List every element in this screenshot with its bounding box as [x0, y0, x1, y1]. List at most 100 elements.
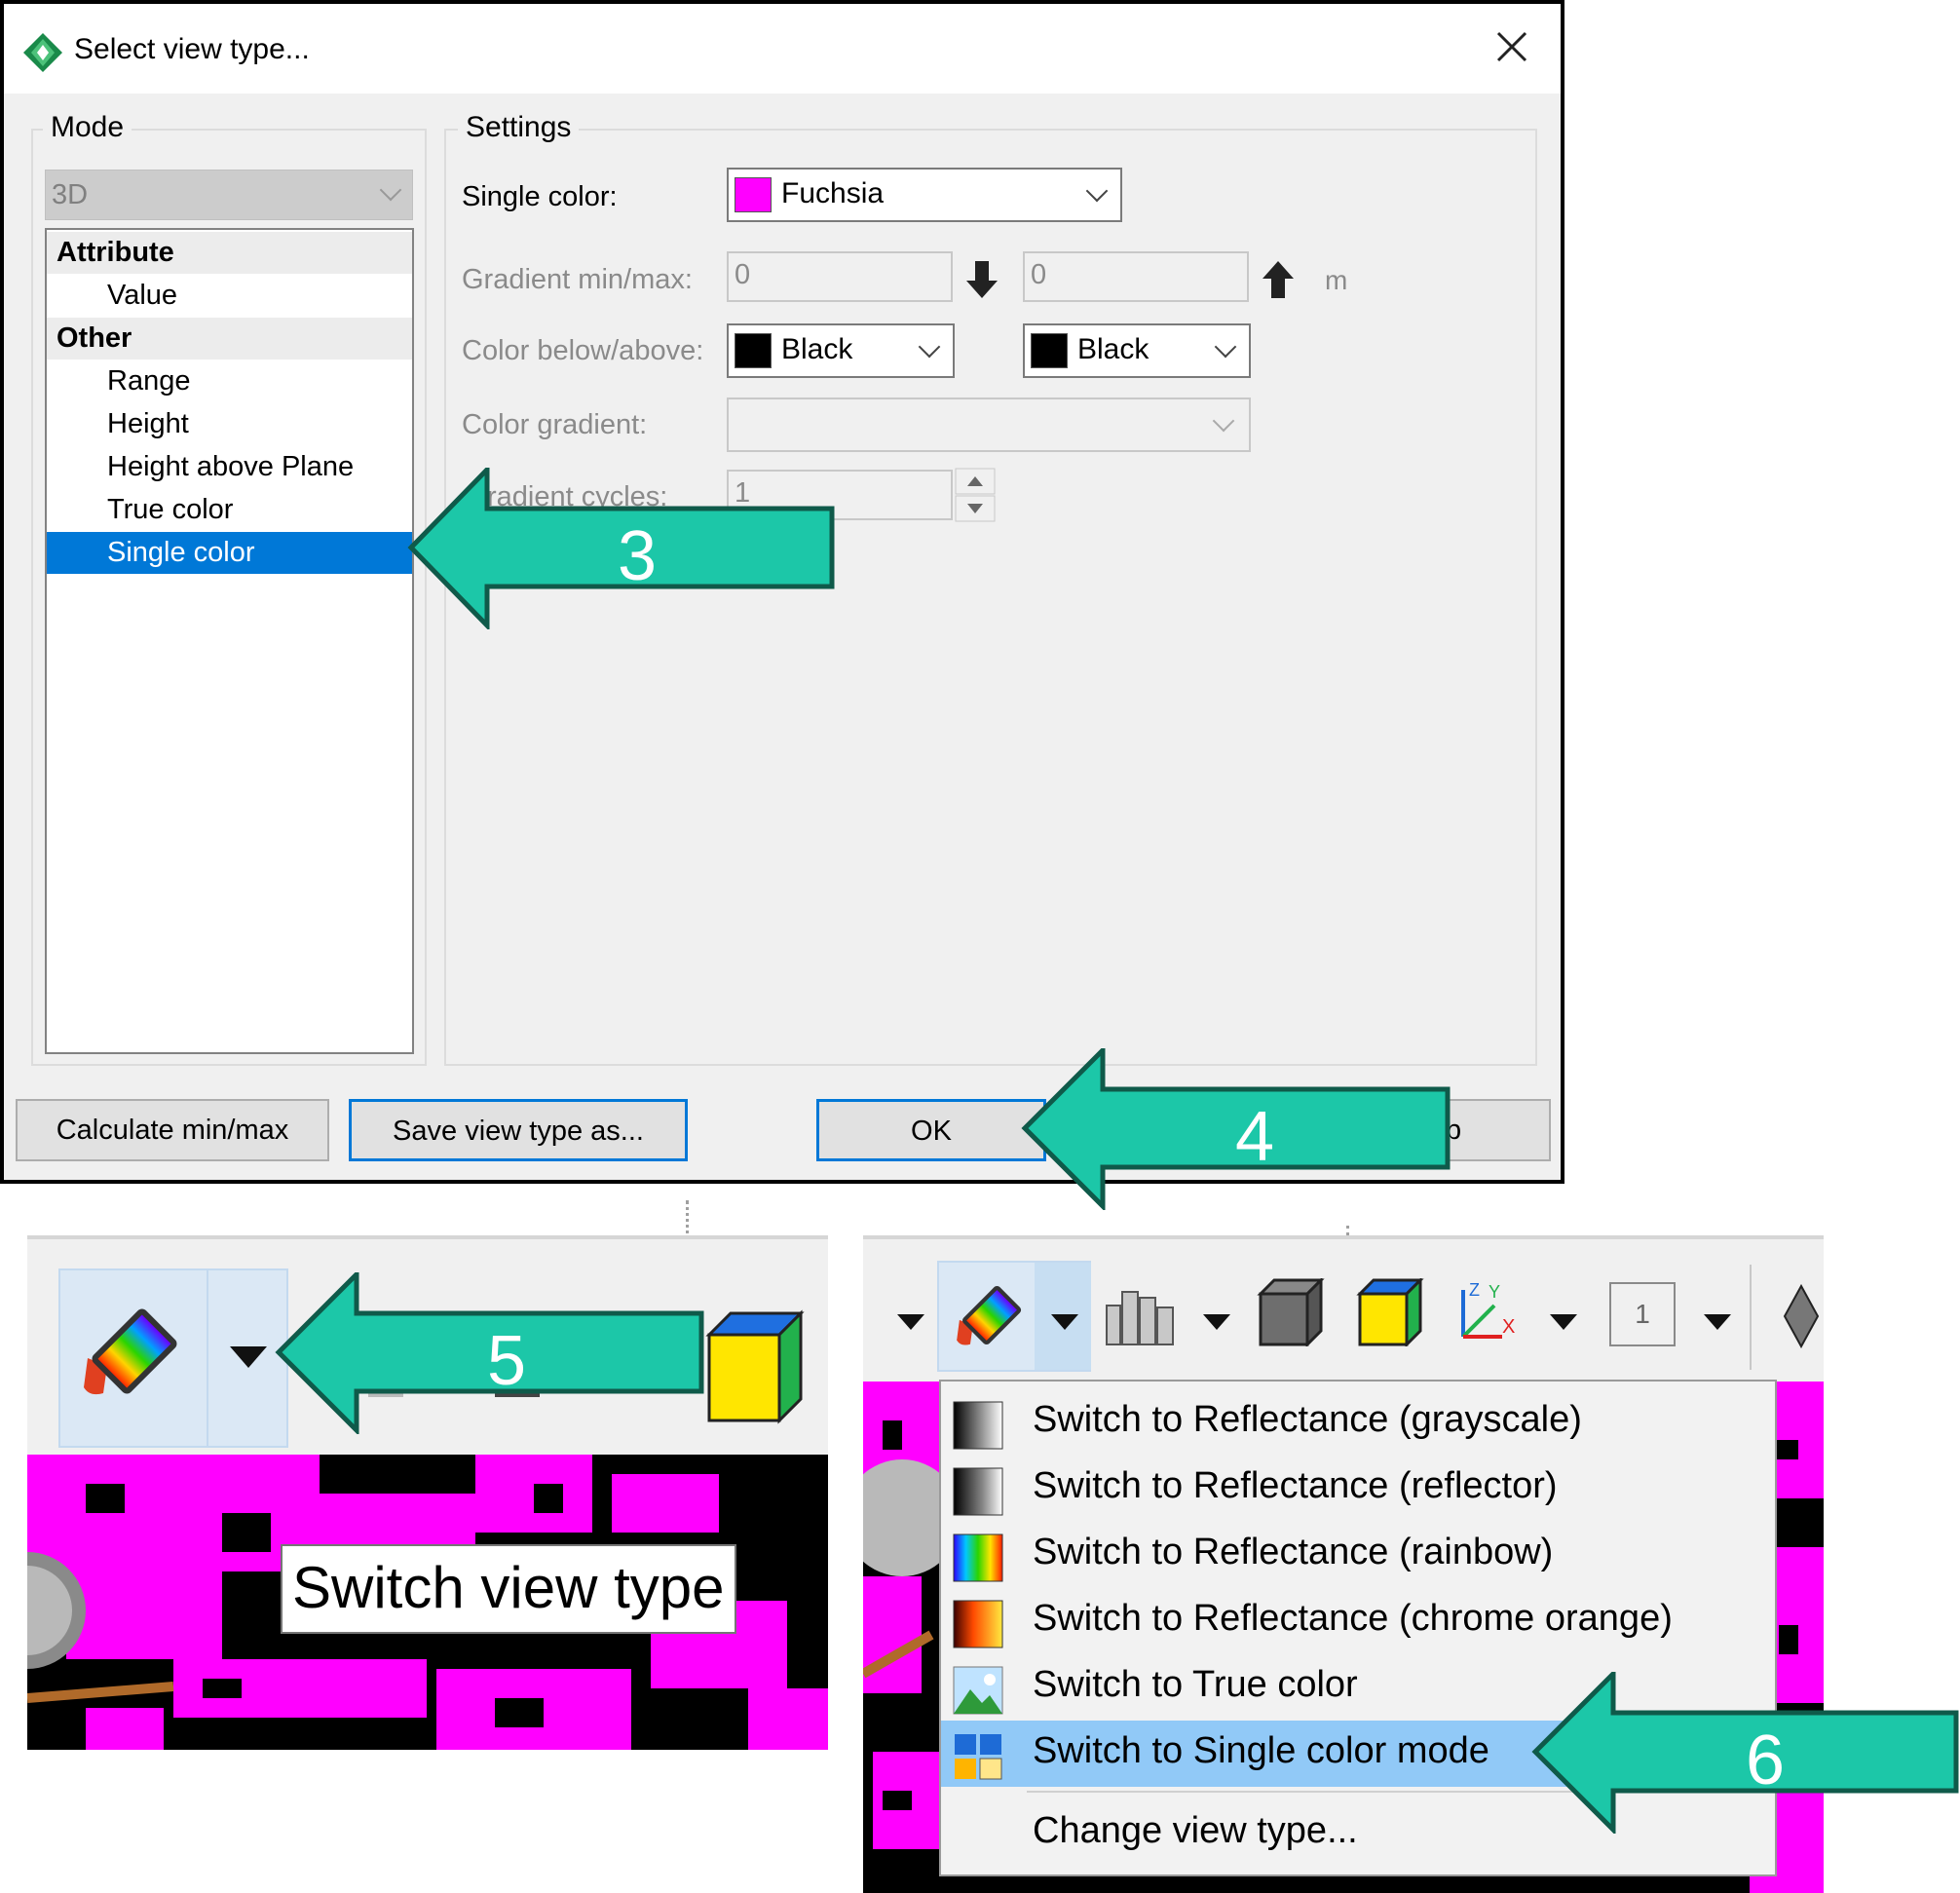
list-item[interactable]: Attribute [47, 232, 412, 274]
toolbar-top-border [863, 1235, 1824, 1239]
list-item-label: Height above Plane [107, 451, 355, 482]
color-gradient-select[interactable] [727, 398, 1251, 452]
list-item[interactable]: True color [47, 489, 412, 531]
grayscale-gradient-icon [953, 1401, 1003, 1450]
rainbow-gradient-icon [953, 1533, 1003, 1582]
dropdown-arrow-icon[interactable] [1050, 1313, 1079, 1331]
list-item-label: Value [107, 280, 178, 311]
dropdown-arrow-icon[interactable] [1703, 1313, 1732, 1331]
callout-arrow-4: 4 [1021, 1048, 1451, 1210]
save-view-type-button[interactable]: Save view type as... [349, 1099, 688, 1161]
dropdown-arrow-icon[interactable] [896, 1313, 925, 1331]
gradient-min-value: 0 [735, 259, 751, 290]
menu-item-reflectance-chrome-orange[interactable]: Switch to Reflectance (chrome orange) [941, 1588, 1775, 1654]
list-item[interactable]: Range [47, 360, 412, 402]
ok-button[interactable]: OK [816, 1099, 1046, 1161]
menu-item-reflectance-reflector[interactable]: Switch to Reflectance (reflector) [941, 1456, 1775, 1522]
list-item-selected[interactable]: Single color [47, 532, 412, 574]
yellow-cube-icon[interactable] [703, 1309, 805, 1424]
view-type-list[interactable]: Attribute Value Other Range Height Heigh… [45, 228, 414, 1054]
color-above-select[interactable]: Black [1023, 323, 1251, 378]
switch-view-type-tooltip: Switch view type [281, 1544, 736, 1634]
svg-text:Z: Z [1469, 1280, 1480, 1300]
list-item[interactable]: Height [47, 403, 412, 445]
single-color-grid-icon [955, 1734, 1002, 1780]
mode-group-label: Mode [43, 111, 132, 144]
fuchsia-swatch [735, 177, 772, 212]
menu-item-label: Switch to Reflectance (reflector) [1033, 1465, 1558, 1506]
toolbar-top-border [27, 1235, 828, 1239]
page-number-box[interactable]: 1 [1609, 1282, 1676, 1346]
xyz-axes-icon[interactable]: Z Y X [1450, 1278, 1520, 1348]
color-below-above-label: Color below/above: [462, 335, 704, 366]
callout-arrow-5: 5 [275, 1272, 704, 1434]
toolbar-separator [1750, 1265, 1752, 1370]
close-icon[interactable] [1490, 25, 1533, 68]
list-item[interactable]: Other [47, 318, 412, 360]
app-logo-icon [23, 33, 62, 72]
svg-text:X: X [1502, 1316, 1515, 1338]
chrome-orange-gradient-icon [953, 1600, 1003, 1648]
menu-item-label: Switch to Single color mode [1033, 1730, 1489, 1771]
reflector-gradient-icon [953, 1467, 1003, 1516]
menu-item-reflectance-rainbow[interactable]: Switch to Reflectance (rainbow) [941, 1522, 1775, 1588]
list-item[interactable]: Height above Plane [47, 446, 412, 488]
callout-number-3: 3 [618, 517, 657, 595]
single-color-value: Fuchsia [781, 177, 885, 209]
chevron-down-icon [918, 335, 941, 359]
unit-label: m [1325, 265, 1348, 295]
gradient-max-input[interactable]: 0 [1023, 251, 1249, 302]
yellow-cube-icon[interactable] [1356, 1278, 1424, 1346]
arrow-down-icon[interactable] [964, 259, 999, 300]
black-swatch [735, 333, 772, 368]
single-color-label: Single color: [462, 181, 618, 212]
dropdown-arrow-icon[interactable] [1549, 1313, 1578, 1331]
gradient-minmax-label: Gradient min/max: [462, 264, 693, 295]
list-item-label: True color [107, 494, 234, 525]
list-item[interactable]: Value [47, 275, 412, 317]
color-below-select[interactable]: Black [727, 323, 955, 378]
list-item-label: Height [107, 408, 189, 439]
dropdown-arrow-icon[interactable] [228, 1344, 269, 1370]
chevron-down-icon [379, 178, 402, 202]
callout-arrow-6: 6 [1531, 1672, 1959, 1834]
single-color-select[interactable]: Fuchsia [727, 168, 1122, 222]
page-number-value: 1 [1635, 1299, 1650, 1329]
gradient-min-input[interactable]: 0 [727, 251, 953, 302]
box-icon[interactable] [1257, 1278, 1325, 1346]
dialog-title: Select view type... [74, 33, 310, 65]
callout-number-5: 5 [487, 1322, 526, 1400]
menu-item-label: Switch to Reflectance (grayscale) [1033, 1399, 1582, 1440]
settings-group-label: Settings [458, 111, 580, 144]
list-item-label: Range [107, 365, 191, 397]
title-bar: Select view type... [4, 4, 1561, 94]
chevron-down-icon [1212, 409, 1235, 433]
list-item-label: Single color [107, 537, 255, 568]
buildings-icon[interactable] [1103, 1284, 1177, 1348]
list-item-label: Attribute [57, 237, 174, 268]
menu-item-reflectance-grayscale[interactable]: Switch to Reflectance (grayscale) [941, 1389, 1775, 1456]
mode-select[interactable]: 3D [45, 170, 413, 220]
rainbow-paint-icon[interactable] [78, 1298, 185, 1405]
rainbow-paint-icon[interactable] [953, 1278, 1027, 1352]
move-cursor-icon[interactable] [1779, 1284, 1824, 1348]
chevron-down-icon [1214, 335, 1237, 359]
menu-item-label: Switch to True color [1033, 1664, 1358, 1705]
svg-text:Y: Y [1489, 1282, 1500, 1302]
gradient-max-value: 0 [1031, 259, 1047, 290]
menu-item-label: Switch to Reflectance (chrome orange) [1033, 1598, 1673, 1639]
arrow-up-icon[interactable] [1261, 259, 1296, 300]
spinner-arrows-icon[interactable] [955, 468, 996, 522]
color-above-value: Black [1077, 333, 1150, 365]
callout-number-6: 6 [1746, 1722, 1785, 1799]
callout-number-4: 4 [1235, 1098, 1274, 1176]
chevron-down-icon [1085, 179, 1109, 203]
landscape-icon [953, 1666, 1003, 1715]
dropdown-arrow-icon[interactable] [1202, 1313, 1231, 1331]
black-swatch [1031, 333, 1068, 368]
callout-arrow-3: 3 [407, 468, 835, 629]
color-gradient-label: Color gradient: [462, 409, 648, 440]
tooltip-text: Switch view type [292, 1555, 725, 1620]
list-item-label: Other [57, 322, 132, 354]
calculate-minmax-button[interactable]: Calculate min/max [16, 1099, 329, 1161]
